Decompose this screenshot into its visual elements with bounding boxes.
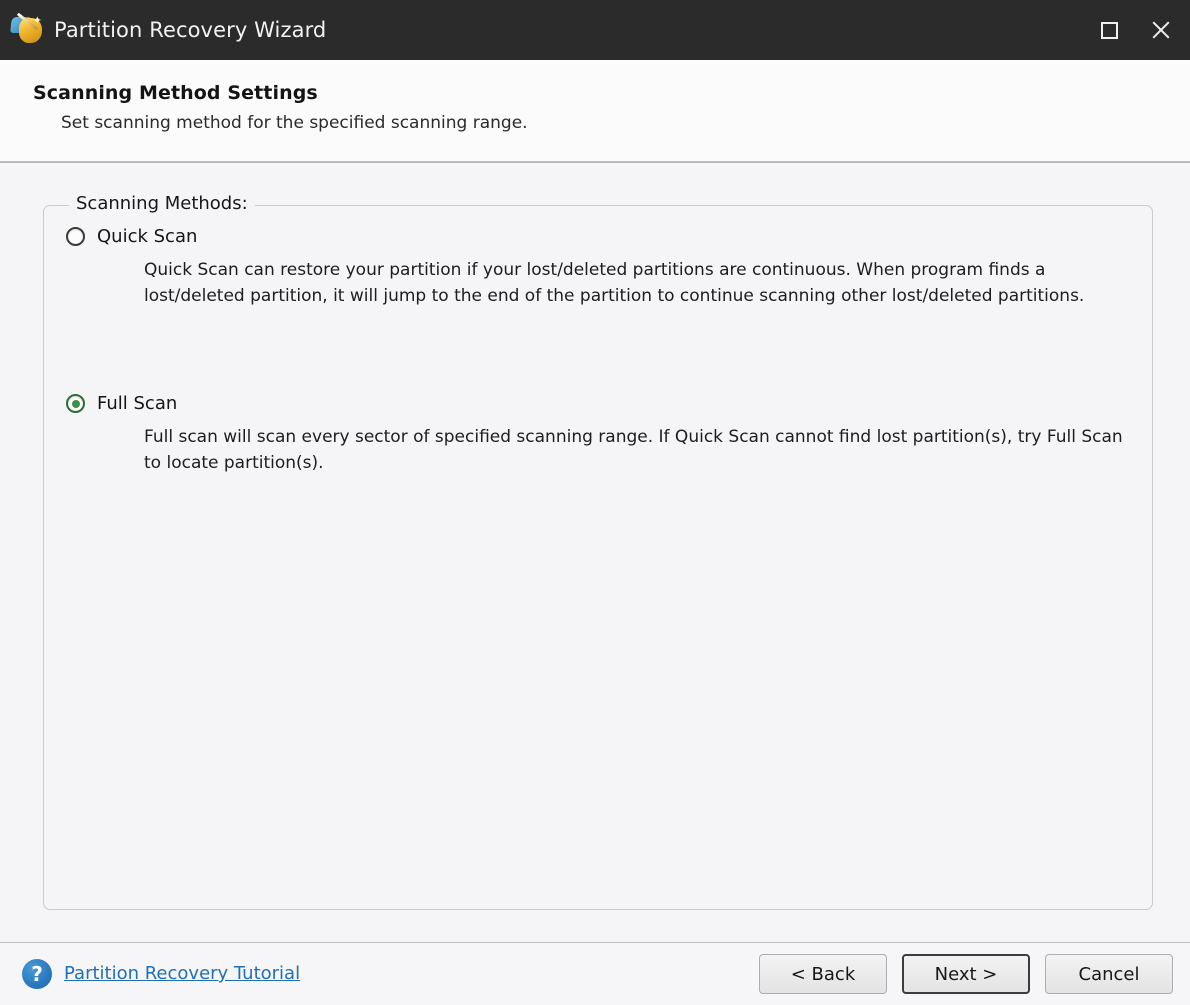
titlebar: ✦ Partition Recovery Wizard bbox=[0, 0, 1190, 60]
page-title: Scanning Method Settings bbox=[33, 82, 1190, 104]
radio-quick-scan[interactable] bbox=[66, 227, 85, 246]
groupbox-legend: Scanning Methods: bbox=[69, 193, 255, 214]
window-title: Partition Recovery Wizard bbox=[54, 18, 326, 42]
main-content: Scanning Methods: Quick Scan Quick Scan … bbox=[0, 163, 1190, 942]
partition-wizard-icon: ✦ bbox=[10, 13, 44, 47]
option-description-quick-scan: Quick Scan can restore your partition if… bbox=[144, 258, 1144, 310]
maximize-icon bbox=[1101, 22, 1118, 39]
close-icon bbox=[1150, 19, 1172, 41]
scanning-methods-groupbox: Scanning Methods: Quick Scan Quick Scan … bbox=[43, 205, 1153, 910]
tutorial-link[interactable]: Partition Recovery Tutorial bbox=[64, 963, 300, 984]
page-subtitle: Set scanning method for the specified sc… bbox=[61, 113, 1190, 133]
option-full-scan: Full Scan Full scan will scan every sect… bbox=[44, 393, 1152, 477]
option-label-full-scan: Full Scan bbox=[97, 393, 177, 414]
option-description-full-scan: Full scan will scan every sector of spec… bbox=[144, 425, 1144, 477]
back-button[interactable]: < Back bbox=[759, 954, 887, 994]
next-button[interactable]: Next > bbox=[902, 954, 1030, 994]
tutorial-link-group[interactable]: ? Partition Recovery Tutorial bbox=[22, 959, 300, 989]
question-mark-icon: ? bbox=[22, 959, 52, 989]
option-quick-scan: Quick Scan Quick Scan can restore your p… bbox=[44, 226, 1152, 310]
wizard-button-row: < Back Next > Cancel bbox=[759, 943, 1173, 1005]
radio-full-scan[interactable] bbox=[66, 394, 85, 413]
radio-row-full-scan[interactable]: Full Scan bbox=[44, 393, 1152, 414]
close-button[interactable] bbox=[1146, 15, 1176, 45]
window-controls bbox=[1094, 0, 1176, 60]
footer-bar: ? Partition Recovery Tutorial < Back Nex… bbox=[0, 942, 1190, 1004]
partition-recovery-wizard-window: ✦ Partition Recovery Wizard Scanning Met… bbox=[0, 0, 1190, 1004]
cancel-button[interactable]: Cancel bbox=[1045, 954, 1173, 994]
maximize-button[interactable] bbox=[1094, 15, 1124, 45]
radio-row-quick-scan[interactable]: Quick Scan bbox=[44, 226, 1152, 247]
page-header: Scanning Method Settings Set scanning me… bbox=[0, 60, 1190, 163]
option-label-quick-scan: Quick Scan bbox=[97, 226, 197, 247]
